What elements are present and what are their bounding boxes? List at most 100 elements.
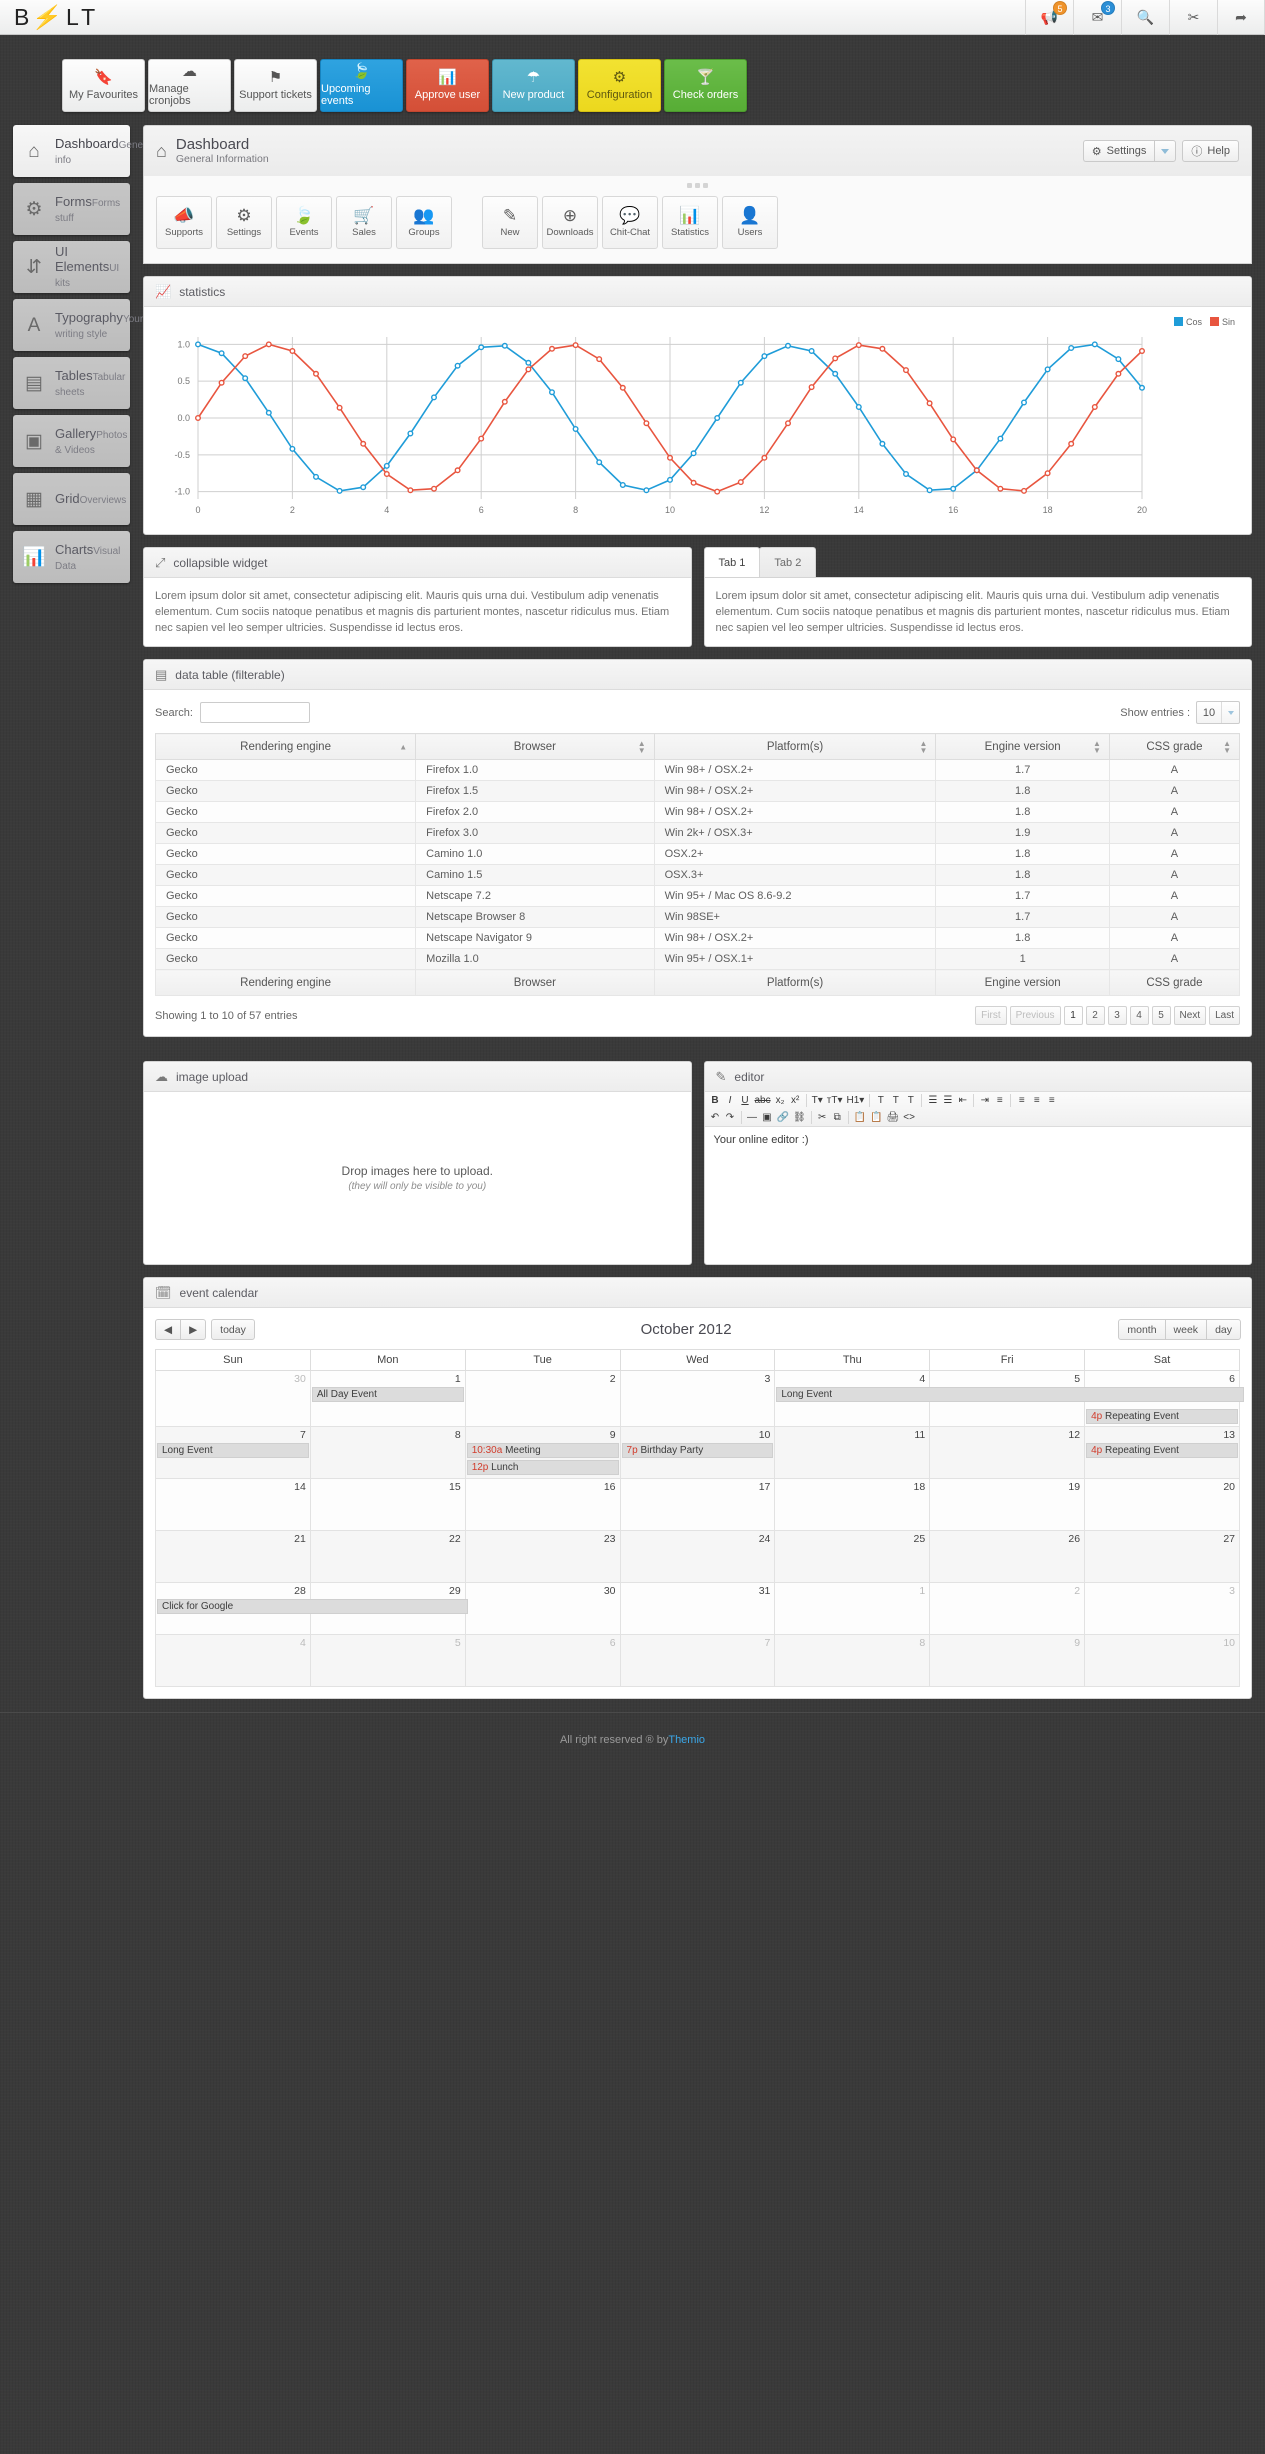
table-row[interactable]: Gecko Firefox 1.0 Win 98+ / OSX.2+ 1.7 A: [154, 759, 1241, 781]
calendar-day-cell[interactable]: 3: [619, 1370, 776, 1427]
megaphone-icon[interactable]: 📢 5: [1025, 0, 1073, 35]
calendar-event[interactable]: Long Event: [776, 1387, 1245, 1402]
calendar-day-cell[interactable]: 17: [619, 1478, 776, 1531]
editor-r2-btn-11[interactable]: <>: [901, 1110, 917, 1125]
editor-canvas[interactable]: Your online editor :): [704, 1127, 1251, 1246]
tab-tab-1[interactable]: Tab 1: [703, 547, 761, 577]
table-row[interactable]: Gecko Netscape Navigator 9 Win 98+ / OSX.2…: [154, 927, 1241, 949]
editor-r1-btn-5[interactable]: x²: [788, 1093, 803, 1108]
table-row[interactable]: Gecko Netscape 7.2 Win 95+ / Mac OS 8.6-9.…: [154, 885, 1241, 907]
table-row[interactable]: Gecko Firefox 2.0 Win 98+ / OSX.2+ 1.8 A: [154, 801, 1241, 823]
calendar-event[interactable]: 12p Lunch: [466, 1460, 619, 1475]
table-row[interactable]: Gecko Firefox 3.0 Win 2k+ / OSX.3+ 1.9 A: [154, 822, 1241, 844]
editor-r2-btn-7[interactable]: ⧉: [830, 1110, 845, 1125]
tile-approve-user[interactable]: 📊 Approve user: [406, 59, 489, 112]
column-header-browser[interactable]: Browser ▲ ▼: [415, 733, 655, 760]
next-month-button[interactable]: ▶: [180, 1319, 207, 1340]
sidebar-item-tables[interactable]: ▤ TablesTabular sheets: [13, 357, 130, 409]
calendar-view-month[interactable]: month: [1118, 1319, 1166, 1340]
editor-r2-btn-0[interactable]: ↶: [708, 1110, 723, 1125]
calendar-event[interactable]: 7p Birthday Party: [621, 1443, 774, 1458]
editor-r1-btn-13[interactable]: ☰: [940, 1093, 955, 1108]
calendar-day-cell[interactable]: 21: [155, 1530, 311, 1583]
page-previous[interactable]: Previous: [1009, 1006, 1061, 1025]
calendar-day-cell[interactable]: 9 10:30a Meeting 12p Lunch: [464, 1426, 621, 1479]
editor-r2-btn-8[interactable]: 📋: [852, 1110, 868, 1125]
editor-r1-btn-19[interactable]: ≡: [1044, 1093, 1059, 1108]
entries-select[interactable]: 10: [1196, 701, 1240, 724]
editor-r1-btn-10[interactable]: T: [888, 1093, 903, 1108]
calendar-event[interactable]: Long Event: [157, 1443, 309, 1458]
editor-r1-btn-14[interactable]: ⇤: [955, 1093, 970, 1108]
calendar-day-cell[interactable]: 13 4p Repeating Event: [1084, 1426, 1240, 1479]
prev-month-button[interactable]: ◀: [155, 1319, 182, 1340]
calendar-day-cell[interactable]: 30: [155, 1370, 311, 1427]
editor-r1-btn-3[interactable]: abc: [753, 1093, 773, 1108]
settings-button[interactable]: ⚙ Settings: [1082, 140, 1155, 162]
tools-icon[interactable]: ✂: [1169, 0, 1217, 35]
calendar-day-cell[interactable]: 2: [464, 1370, 621, 1427]
sidebar-item-typography[interactable]: A TypographyYour writing style: [13, 299, 143, 351]
collapsible-header[interactable]: ⤢ collapsible widget: [144, 548, 691, 578]
search-icon[interactable]: 🔍: [1121, 0, 1169, 35]
page-4[interactable]: 4: [1129, 1006, 1149, 1025]
calendar-day-cell[interactable]: 9: [929, 1634, 1086, 1687]
table-row[interactable]: Gecko Camino 1.5 OSX.3+ 1.8 A: [154, 864, 1241, 886]
calendar-day-cell[interactable]: 15: [309, 1478, 466, 1531]
page-first[interactable]: First: [975, 1006, 1007, 1025]
column-header-engine-version[interactable]: Engine version ▲ ▼: [935, 733, 1110, 760]
page-5[interactable]: 5: [1151, 1006, 1171, 1025]
shortcut-groups[interactable]: 👥 Groups: [396, 196, 452, 249]
calendar-day-cell[interactable]: 16: [464, 1478, 621, 1531]
page-next[interactable]: Next: [1173, 1006, 1207, 1025]
editor-r2-btn-2[interactable]: —: [745, 1110, 760, 1125]
table-row[interactable]: Gecko Camino 1.0 OSX.2+ 1.8 A: [154, 843, 1241, 865]
calendar-day-cell[interactable]: 1 All Day Event: [309, 1370, 466, 1427]
calendar-event[interactable]: 4p Repeating Event: [1086, 1443, 1238, 1458]
calendar-day-cell[interactable]: 19: [929, 1478, 1086, 1531]
page-1[interactable]: 1: [1063, 1006, 1083, 1025]
column-header-platform-s-[interactable]: Platform(s) ▲ ▼: [653, 733, 937, 760]
calendar-day-cell[interactable]: 26: [929, 1530, 1086, 1583]
calendar-day-cell[interactable]: 18: [774, 1478, 931, 1531]
editor-r1-btn-12[interactable]: ☰: [925, 1093, 940, 1108]
settings-dropdown-toggle[interactable]: [1154, 140, 1177, 162]
calendar-day-cell[interactable]: 1: [774, 1582, 931, 1635]
shortcut-new[interactable]: ✎ New: [482, 196, 538, 249]
shortcut-events[interactable]: 🍃 Events: [276, 196, 332, 249]
shortcut-downloads[interactable]: ⊕ Downloads: [542, 196, 598, 249]
calendar-day-cell[interactable]: 2: [929, 1582, 1086, 1635]
editor-r1-btn-18[interactable]: ≡: [1029, 1093, 1044, 1108]
table-row[interactable]: Gecko Firefox 1.5 Win 98+ / OSX.2+ 1.8 A: [154, 780, 1241, 802]
tile-configuration[interactable]: ⚙ Configuration: [578, 59, 661, 112]
calendar-view-day[interactable]: day: [1206, 1319, 1241, 1340]
table-row[interactable]: Gecko Netscape Browser 8 Win 98SE+ 1.7 A: [154, 906, 1241, 928]
column-header-css-grade[interactable]: CSS grade ▲ ▼: [1108, 733, 1241, 760]
editor-r1-btn-16[interactable]: ≡: [992, 1093, 1007, 1108]
app-logo[interactable]: B⚡LT: [0, 4, 99, 31]
calendar-day-cell[interactable]: 23: [464, 1530, 621, 1583]
page-3[interactable]: 3: [1107, 1006, 1127, 1025]
sidebar-item-forms[interactable]: ⚙ FormsForms stuff: [13, 183, 130, 235]
editor-r2-btn-5[interactable]: ⛓: [791, 1110, 808, 1125]
calendar-event[interactable]: Click for Google: [157, 1599, 468, 1614]
shortcut-settings[interactable]: ⚙ Settings: [216, 196, 272, 249]
editor-r2-btn-4[interactable]: 🔗: [775, 1110, 791, 1125]
shortcut-statistics[interactable]: 📊 Statistics: [662, 196, 718, 249]
sidebar-item-charts[interactable]: 📊 ChartsVisual Data: [13, 531, 130, 583]
editor-r1-btn-7[interactable]: тT▾: [825, 1093, 845, 1108]
editor-r2-btn-9[interactable]: 📋: [868, 1110, 884, 1125]
dropzone[interactable]: Drop images here to upload. (they will o…: [144, 1092, 691, 1264]
shortcut-sales[interactable]: 🛒 Sales: [336, 196, 392, 249]
calendar-day-cell[interactable]: 12: [929, 1426, 1086, 1479]
tile-my-favourites[interactable]: 🔖 My Favourites: [62, 59, 145, 112]
calendar-day-cell[interactable]: 28 Click for Google: [155, 1582, 468, 1635]
calendar-day-cell[interactable]: 14: [155, 1478, 311, 1531]
calendar-day-cell[interactable]: 3: [1084, 1582, 1240, 1635]
tab-tab-2[interactable]: Tab 2: [759, 547, 817, 577]
drag-handle[interactable]: [144, 176, 1251, 192]
calendar-day-cell[interactable]: 24: [619, 1530, 776, 1583]
search-input[interactable]: [199, 702, 310, 723]
tile-manage-cronjobs[interactable]: ☁ Manage cronjobs: [148, 59, 231, 112]
calendar-day-cell[interactable]: 30: [464, 1582, 621, 1635]
